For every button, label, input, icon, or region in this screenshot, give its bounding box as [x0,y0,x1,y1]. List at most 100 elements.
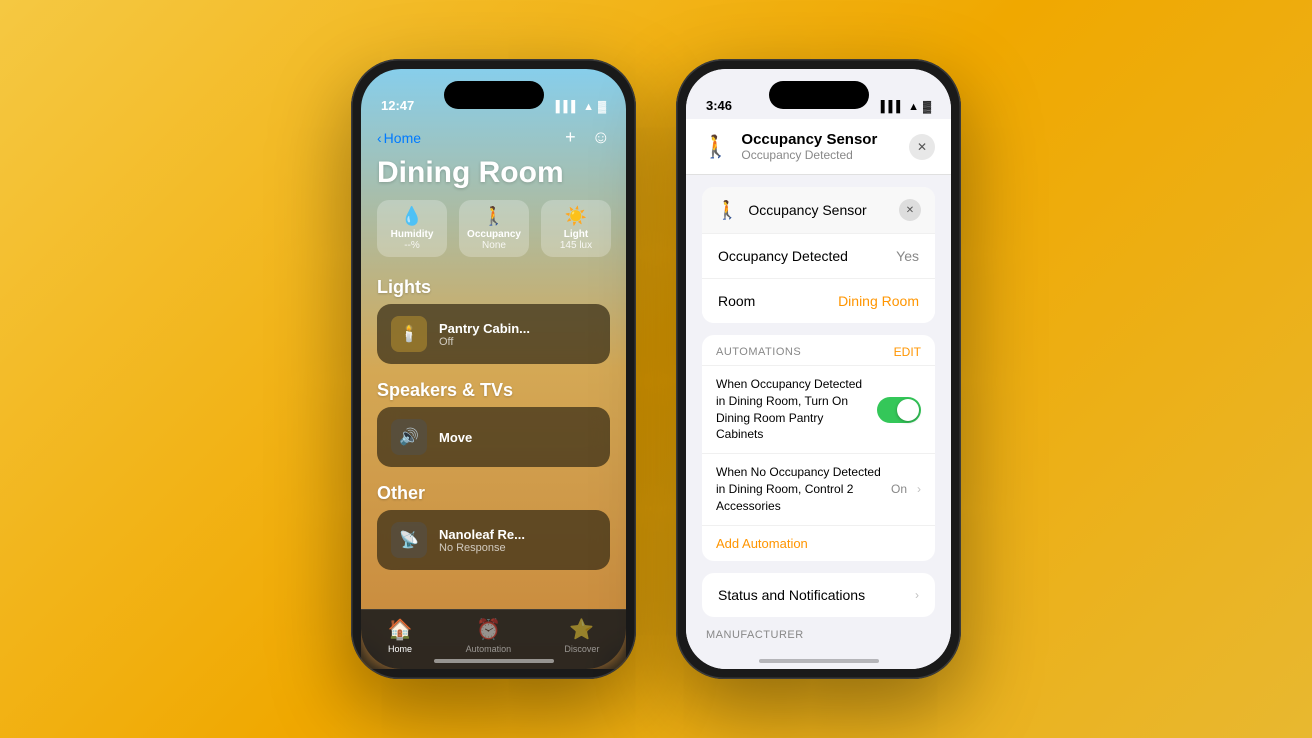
tab-discover[interactable]: ⭐ Discover [564,617,599,654]
speaker-info: Move [439,430,472,445]
automation-toggle-1[interactable] [877,397,921,423]
discover-tab-label: Discover [564,644,599,654]
add-automation-button[interactable]: Add Automation [702,525,935,561]
back-label-1: Home [384,130,421,146]
sensor-card-section: 🚶 Occupancy Sensor ✕ Occupancy Detected … [686,187,951,323]
phone2-content: 🚶 Occupancy Sensor Occupancy Detected ✕ … [686,119,951,669]
nav-bar-1: ‹ Home + ☺ [361,119,626,152]
signal-icon-1: ▌▌▌ [556,101,579,113]
detail-header-text: Occupancy Sensor Occupancy Detected [741,131,897,162]
phone-2-screen: 3:46 ▌▌▌ ▲ ▓ 🚶 Occupancy Sensor Occupanc… [686,69,951,669]
pantry-info: Pantry Cabin... Off [439,321,530,348]
wifi-icon-2: ▲ [908,101,919,113]
pantry-name: Pantry Cabin... [439,321,530,336]
humidity-value: --% [404,240,420,251]
detail-header: 🚶 Occupancy Sensor Occupancy Detected ✕ [686,119,951,175]
automation-tab-label: Automation [466,644,512,654]
manufacturer-section: MANUFACTURER [702,629,935,645]
automation-row-2[interactable]: When No Occupancy Detected in Dining Roo… [702,453,935,524]
light-sensor-widget: ☀️ Light 145 lux [541,200,611,257]
detail-title: Occupancy Sensor [741,131,897,148]
time-display-1: 12:47 [381,98,414,113]
phone-2: 3:46 ▌▌▌ ▲ ▓ 🚶 Occupancy Sensor Occupanc… [676,59,961,679]
detail-subtitle: Occupancy Detected [741,148,897,162]
occupancy-label: Occupancy [467,229,521,240]
light-label: Light [564,229,588,240]
humidity-sensor: 💧 Humidity --% [377,200,447,257]
automations-edit-button[interactable]: EDIT [894,345,921,359]
dynamic-island-1 [444,81,544,109]
humidity-label: Humidity [391,229,434,240]
tab-home[interactable]: 🏠 Home [388,617,413,654]
status-notifications-label: Status and Notifications [718,587,915,603]
occupancy-detected-row: Occupancy Detected Yes [702,234,935,279]
chevron-left-icon-1: ‹ [377,130,382,146]
occupancy-value: None [482,240,506,251]
add-automation-label: Add Automation [716,536,808,551]
detail-header-icon: 🚶 [702,134,729,160]
automation-tab-icon: ⏰ [476,617,501,642]
home-indicator-2 [759,659,879,663]
back-button-1[interactable]: ‹ Home [377,130,421,146]
automations-section: AUTOMATIONS EDIT When Occupancy Detected… [702,335,935,561]
pantry-cabinet-card[interactable]: 🕯️ Pantry Cabin... Off [377,304,610,364]
room-row[interactable]: Room Dining Room [702,279,935,323]
page-title-1: Dining Room [361,152,626,200]
room-value: Dining Room [838,293,919,309]
room-label: Room [718,293,755,309]
battery-icon-1: ▓ [598,101,606,113]
sensor-detail-card: 🚶 Occupancy Sensor ✕ Occupancy Detected … [702,187,935,323]
home-tab-icon: 🏠 [388,617,413,642]
home-tab-label: Home [388,644,412,654]
phone-1-screen: 12:47 ▌▌▌ ▲ ▓ ‹ Home + ☺ Dining Roo [361,69,626,669]
status-icons-1: ▌▌▌ ▲ ▓ [556,101,606,113]
sensor-card-header: 🚶 Occupancy Sensor ✕ [702,187,935,234]
chevron-right-icon-1: › [917,482,921,496]
automation-text-2: When No Occupancy Detected in Dining Roo… [716,464,881,514]
occupancy-sensor-widget: 🚶 Occupancy None [459,200,529,257]
speaker-name: Move [439,430,472,445]
occupancy-detected-label: Occupancy Detected [718,248,848,264]
sensor-card-icon: 🚶 [716,200,738,221]
automation-on-text: On [891,482,907,496]
other-section-header: Other [361,475,626,510]
pantry-status: Off [439,336,530,348]
automation-row-1: When Occupancy Detected in Dining Room, … [702,365,935,453]
home-indicator-1 [434,659,554,663]
dynamic-island-2 [769,81,869,109]
manufacturer-label: MANUFACTURER [702,629,935,645]
close-button[interactable]: ✕ [909,134,935,160]
humidity-icon: 💧 [401,206,423,227]
nanoleaf-status: No Response [439,542,525,554]
phone1-content: ‹ Home + ☺ Dining Room 💧 Humidity --% � [361,119,626,609]
tab-automation[interactable]: ⏰ Automation [466,617,512,654]
signal-icon-2: ▌▌▌ [881,101,904,113]
sensor-row: 💧 Humidity --% 🚶 Occupancy None ☀️ Light… [361,200,626,269]
light-value: 145 lux [560,240,592,251]
light-icon: ☀️ [565,206,587,227]
sensor-card-title: Occupancy Sensor [748,202,889,218]
status-notifications-row[interactable]: Status and Notifications › [702,573,935,617]
move-speaker-card[interactable]: 🔊 Move [377,407,610,467]
time-display-2: 3:46 [706,98,732,113]
wifi-icon-1: ▲ [583,101,594,113]
remove-sensor-button[interactable]: ✕ [899,199,921,221]
nanoleaf-name: Nanoleaf Re... [439,527,525,542]
speakers-section-header: Speakers & TVs [361,372,626,407]
nav-right-1: + ☺ [565,127,610,148]
nanoleaf-info: Nanoleaf Re... No Response [439,527,525,554]
automations-label: AUTOMATIONS [716,346,801,358]
person-icon-1[interactable]: ☺ [592,127,610,148]
automations-header: AUTOMATIONS EDIT [702,335,935,365]
automation-text-1: When Occupancy Detected in Dining Room, … [716,376,867,443]
add-icon-1[interactable]: + [565,127,576,148]
phone-1: 12:47 ▌▌▌ ▲ ▓ ‹ Home + ☺ Dining Roo [351,59,636,679]
occupancy-detected-value: Yes [896,248,919,264]
pantry-icon-box: 🕯️ [391,316,427,352]
battery-icon-2: ▓ [923,101,931,113]
nanoleaf-card[interactable]: 📡 Nanoleaf Re... No Response [377,510,610,570]
speaker-icon-box: 🔊 [391,419,427,455]
chevron-right-icon-2: › [915,588,919,602]
status-icons-2: ▌▌▌ ▲ ▓ [881,101,931,113]
occupancy-icon: 🚶 [483,206,505,227]
